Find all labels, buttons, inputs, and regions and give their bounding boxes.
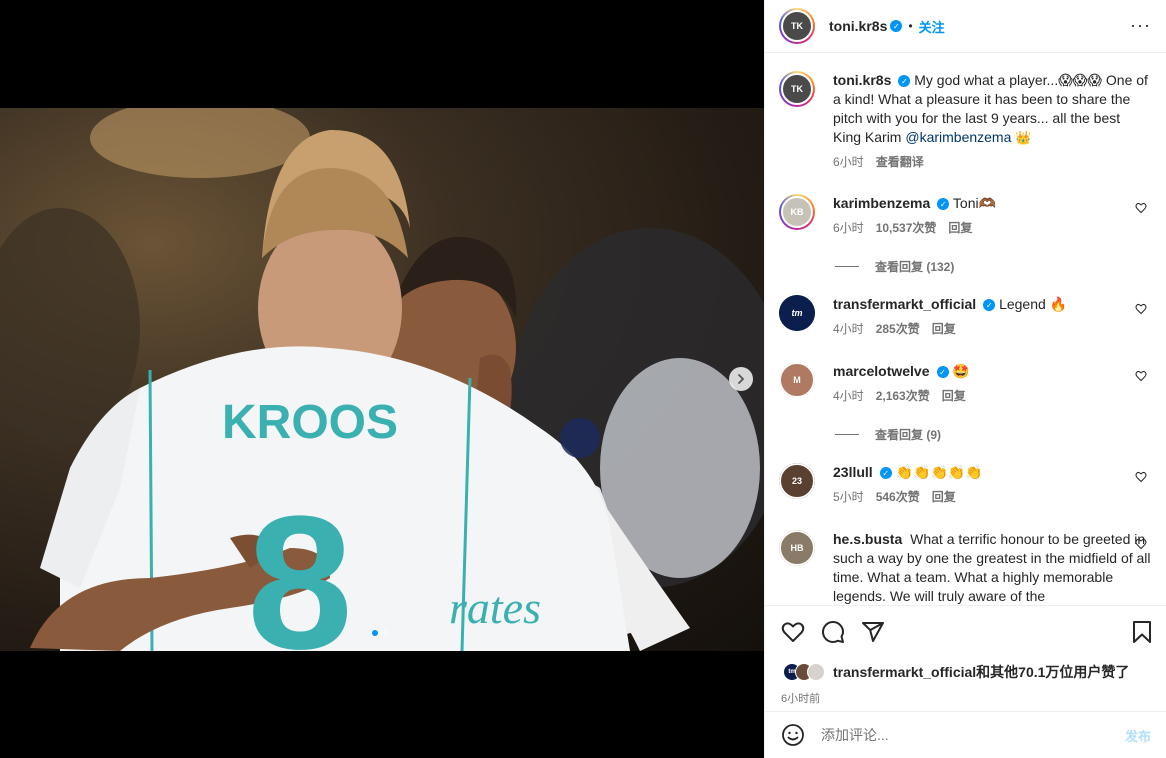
reply-button[interactable]: 回复	[942, 387, 966, 406]
commenter-username[interactable]: marcelotwelve	[833, 363, 930, 379]
post-comment-button[interactable]: 发布	[1125, 726, 1151, 745]
liker-avatar[interactable]	[807, 663, 825, 681]
jersey-sponsor: rates	[449, 582, 541, 633]
jersey-name: KROOS	[222, 396, 398, 449]
verified-icon: ✓	[898, 75, 911, 88]
comment-likes[interactable]: 10,537次赞	[876, 219, 937, 238]
reply-button[interactable]: 回复	[932, 488, 956, 507]
post-actions: tm transfermarkt_official和其他70.1万位用户赞了 6…	[765, 605, 1166, 711]
post-header: TK toni.kr8s ✓ • 关注 ···	[765, 0, 1166, 53]
comment-item: HB he.s.busta What a terrific honour to …	[779, 530, 1151, 605]
view-replies-button[interactable]: 查看回复 (9)	[835, 426, 941, 443]
commenter-avatar[interactable]: KB	[779, 194, 815, 230]
commenter-avatar[interactable]: HB	[779, 530, 815, 566]
caption-avatar[interactable]: TK	[779, 71, 815, 107]
comment-likes[interactable]: 285次赞	[876, 320, 920, 339]
comment-text: Toni🫶🏾	[952, 195, 997, 211]
commenter-avatar[interactable]: tm	[779, 295, 815, 331]
like-heart-icon[interactable]	[781, 620, 805, 644]
carousel-dot-active	[372, 630, 378, 636]
comment-text: 👏👏👏👏👏	[895, 464, 983, 480]
verified-icon: ✓	[879, 467, 892, 480]
reply-button[interactable]: 回复	[932, 320, 956, 339]
reply-button[interactable]: 回复	[948, 219, 972, 238]
post-caption: TK toni.kr8s ✓ My god what a player...😱😱😱…	[779, 71, 1151, 172]
photo-illustration: KROOS 8 rates	[0, 108, 764, 651]
author-username[interactable]: toni.kr8s	[829, 18, 887, 34]
verified-icon: ✓	[937, 198, 950, 211]
comment-time[interactable]: 6小时	[833, 219, 864, 238]
post-media: KROOS 8 rates	[0, 0, 764, 758]
commenter-username[interactable]: he.s.busta	[833, 531, 902, 547]
comment-likes[interactable]: 2,163次赞	[876, 387, 930, 406]
caption-emoji: 👑	[1015, 130, 1032, 145]
comment-item: 23 23llull ✓ 👏👏👏👏👏 5小时 546次赞 回复	[779, 463, 1151, 507]
comment-item: tm transfermarkt_official ✓ Legend 🔥 4小时 …	[779, 295, 1151, 339]
comment-time[interactable]: 4小时	[833, 320, 864, 339]
comment-time[interactable]: 4小时	[833, 387, 864, 406]
first-liker-username[interactable]: transfermarkt_official	[833, 664, 976, 680]
heart-icon[interactable]	[1135, 370, 1147, 382]
comment-bubble-icon[interactable]	[821, 620, 845, 644]
post-photo[interactable]: KROOS 8 rates	[0, 108, 764, 651]
verified-icon: ✓	[936, 366, 949, 379]
likes-count-text[interactable]: 和其他70.1万位用户赞了	[976, 664, 1129, 680]
follow-button[interactable]: 关注	[919, 17, 945, 36]
comment-text: 🤩	[952, 363, 970, 379]
comment-item: KB karimbenzema ✓ Toni🫶🏾 6小时 10,537次赞 回复	[779, 194, 1151, 238]
save-bookmark-icon[interactable]	[1131, 620, 1153, 644]
more-options-icon[interactable]: ···	[1130, 16, 1151, 34]
post-details-panel: TK toni.kr8s ✓ • 关注 ··· TK toni.kr8s ✓ My…	[764, 0, 1166, 758]
likes-summary: tm transfermarkt_official和其他70.1万位用户赞了	[783, 662, 1129, 682]
heart-icon[interactable]	[1135, 202, 1147, 214]
carousel-next-button[interactable]	[729, 367, 753, 391]
separator-bullet: •	[908, 19, 913, 33]
verified-icon: ✓	[890, 20, 903, 32]
author-avatar[interactable]: TK	[779, 8, 815, 44]
comment-text: Legend 🔥	[999, 296, 1068, 312]
add-comment-bar: 发布	[765, 711, 1166, 758]
see-translation-button[interactable]: 查看翻译	[876, 153, 924, 172]
commenter-username[interactable]: karimbenzema	[833, 195, 930, 211]
carousel-dot	[382, 630, 388, 636]
view-replies-button[interactable]: 查看回复 (132)	[835, 258, 954, 275]
jersey-number: 8	[247, 477, 353, 651]
comments-list: TK toni.kr8s ✓ My god what a player...😱😱😱…	[765, 54, 1166, 605]
commenter-avatar[interactable]: M	[779, 362, 815, 398]
commenter-avatar[interactable]: 23	[779, 463, 815, 499]
commenter-username[interactable]: 23llull	[833, 464, 873, 480]
caption-time[interactable]: 6小时	[833, 153, 864, 172]
post-timestamp[interactable]: 6小时前	[781, 690, 820, 706]
commenter-username[interactable]: transfermarkt_official	[833, 296, 976, 312]
chevron-right-icon	[738, 374, 745, 384]
heart-icon[interactable]	[1135, 303, 1147, 315]
carousel-indicator	[372, 630, 388, 636]
verified-icon: ✓	[983, 299, 996, 312]
caption-mention[interactable]: @karimbenzema	[905, 129, 1011, 145]
heart-icon[interactable]	[1135, 538, 1147, 550]
likes-text[interactable]: transfermarkt_official和其他70.1万位用户赞了	[833, 662, 1129, 682]
caption-username[interactable]: toni.kr8s	[833, 72, 891, 88]
comment-time[interactable]: 5小时	[833, 488, 864, 507]
comment-likes[interactable]: 546次赞	[876, 488, 920, 507]
heart-icon[interactable]	[1135, 471, 1147, 483]
comment-input[interactable]	[821, 727, 1125, 743]
emoji-icon[interactable]	[781, 723, 805, 747]
share-send-icon[interactable]	[861, 620, 885, 644]
comment-item: M marcelotwelve ✓ 🤩 4小时 2,163次赞 回复	[779, 362, 1151, 406]
